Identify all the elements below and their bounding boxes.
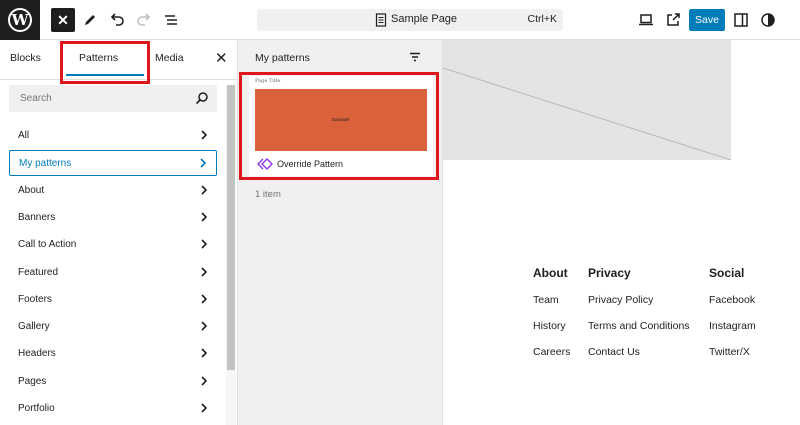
chevron-right-icon [201,294,208,304]
footer-column-about: About Team History Careers [533,266,570,372]
close-icon: ✕ [57,11,69,28]
category-label: Headers [18,348,56,359]
footer-link[interactable]: Contact Us [588,346,690,372]
contrast-icon [761,13,775,27]
category-featured[interactable]: Featured [9,260,217,286]
category-label: All [18,130,30,141]
chevron-right-icon [201,348,208,358]
category-my-patterns[interactable]: My patterns [9,150,217,176]
desktop-icon [639,14,653,26]
filter-icon[interactable] [408,50,422,64]
editor-toolbar: W ✕ Sample Page Ctrl+K Save [0,0,800,40]
inserter-scrollbar[interactable] [226,85,236,425]
category-about[interactable]: About [9,178,217,204]
wordpress-logo-button[interactable]: W [0,0,40,40]
footer-link[interactable]: Careers [533,346,570,372]
footer-link[interactable]: Twitter/X [709,346,756,372]
image-placeholder [443,40,731,160]
patterns-list-panel: My patterns Page Title Example Override … [238,40,443,425]
footer-link[interactable]: Privacy Policy [588,294,690,320]
document-bar[interactable]: Sample Page Ctrl+K [257,9,563,31]
external-link-icon [667,13,680,26]
chevron-right-icon [201,376,208,386]
sidebar-icon [734,13,748,27]
close-inserter-icon[interactable]: ✕ [215,49,228,67]
inserter-tabs: Blocks Patterns Media ✕ [0,40,237,84]
search-icon [195,92,208,105]
category-label: My patterns [19,158,72,169]
command-shortcut: Ctrl+K [527,13,557,25]
list-view-icon [165,15,177,25]
undo-button[interactable] [105,8,129,32]
footer-link[interactable]: History [533,320,570,346]
footer-column-title: About [533,266,568,280]
tools-button[interactable] [78,8,102,32]
tab-blocks[interactable]: Blocks [10,52,41,64]
chevron-right-icon [201,403,208,413]
footer-column-title: Privacy [588,266,631,280]
chevron-right-icon [201,130,208,140]
category-call-to-action[interactable]: Call to Action [9,232,217,258]
chevron-right-icon [201,239,208,249]
footer-column-privacy: Privacy Privacy Policy Terms and Conditi… [588,266,690,372]
footer-link[interactable]: Facebook [709,294,756,320]
category-label: About [18,185,45,196]
category-label: Call to Action [18,239,77,250]
category-label: Footers [18,294,52,305]
footer-link[interactable]: Team [533,294,570,320]
save-button[interactable]: Save [689,9,725,31]
editor-canvas: About Team History Careers Privacy Priva… [443,40,800,425]
footer-column-title: Social [709,266,745,280]
category-banners[interactable]: Banners [9,205,217,231]
undo-icon [110,13,124,26]
styles-button[interactable] [756,8,780,32]
category-pages[interactable]: Pages [9,369,217,395]
wordpress-logo-icon: W [8,8,32,32]
category-portfolio[interactable]: Portfolio [9,396,217,422]
annotation-highlight-tab [60,41,150,84]
tab-media[interactable]: Media [155,52,184,64]
pattern-count: 1 item [255,189,281,200]
category-label: Portfolio [18,403,55,414]
scrollbar-thumb[interactable] [227,85,235,370]
document-overview-button[interactable] [159,8,183,32]
category-label: Banners [18,212,56,223]
chevron-right-icon [201,267,208,277]
view-page-button[interactable] [661,8,685,32]
chevron-right-icon [201,212,208,222]
patterns-panel-heading: My patterns [255,52,310,64]
settings-sidebar-button[interactable] [729,8,753,32]
redo-icon [137,13,151,26]
document-title: Sample Page [391,13,458,25]
category-gallery[interactable]: Gallery [9,314,217,340]
category-footers[interactable]: Footers [9,287,217,313]
pattern-search-input[interactable]: Search [9,85,217,112]
pencil-icon [85,15,95,25]
close-inserter-button[interactable]: ✕ [51,8,75,32]
annotation-highlight-card [239,72,439,180]
chevron-right-icon [201,321,208,331]
footer-column-social: Social Facebook Instagram Twitter/X [709,266,756,372]
footer-link[interactable]: Terms and Conditions [588,320,690,346]
block-inserter-panel: Blocks Patterns Media ✕ Search All My pa… [0,40,238,425]
footer-link[interactable]: Instagram [709,320,756,346]
chevron-right-icon [200,158,207,168]
page-icon [375,13,387,27]
category-label: Pages [18,376,47,387]
category-all[interactable]: All [9,123,217,149]
placeholder-diagonal [443,67,731,160]
search-placeholder: Search [20,93,52,104]
chevron-right-icon [201,185,208,195]
category-label: Featured [18,267,59,278]
preview-button[interactable] [634,8,658,32]
category-label: Gallery [18,321,50,332]
redo-button[interactable] [132,8,156,32]
category-headers[interactable]: Headers [9,341,217,367]
